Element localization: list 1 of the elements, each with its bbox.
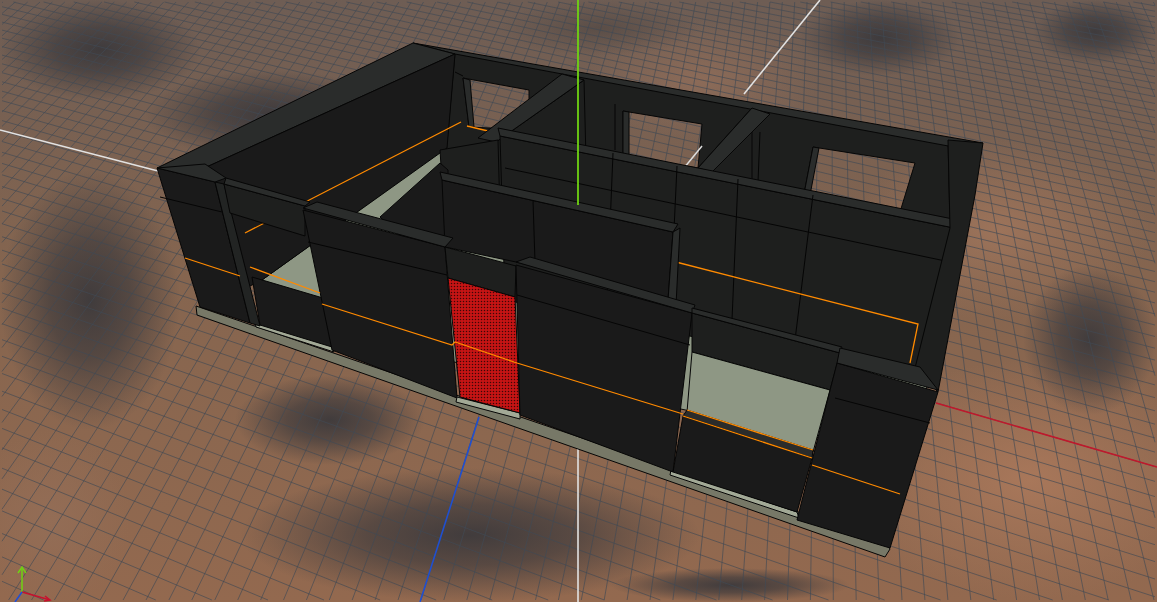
axis-gizmo-icon (14, 565, 52, 602)
